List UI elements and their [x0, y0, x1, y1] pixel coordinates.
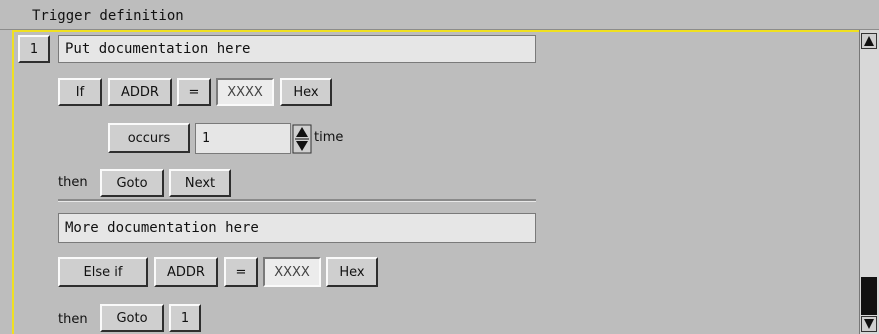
- state-number-button[interactable]: 1: [18, 35, 50, 63]
- goto-target-button[interactable]: Next: [169, 169, 231, 197]
- occurs-button[interactable]: occurs: [108, 123, 190, 153]
- else-address-label-button[interactable]: ADDR: [154, 257, 218, 287]
- branch-separator: [58, 199, 536, 202]
- time-label: time: [314, 130, 344, 145]
- else-goto-button[interactable]: Goto: [100, 304, 164, 332]
- occurs-count-field[interactable]: 1: [195, 123, 291, 154]
- if-button[interactable]: If: [58, 78, 102, 106]
- triangle-down-icon[interactable]: [861, 316, 877, 332]
- state-documentation-field[interactable]: Put documentation here: [58, 35, 536, 63]
- triangle-up-icon[interactable]: [861, 33, 877, 49]
- else-goto-target-button[interactable]: 1: [169, 304, 201, 332]
- goto-button[interactable]: Goto: [100, 169, 164, 197]
- window-title: Trigger definition: [32, 8, 184, 24]
- pattern-field[interactable]: XXXX: [216, 78, 274, 106]
- else-operator-button[interactable]: =: [224, 257, 258, 287]
- up-down-arrows-icon[interactable]: [292, 124, 312, 154]
- scrollbar-thumb[interactable]: [861, 277, 877, 315]
- numeric-base-button[interactable]: Hex: [280, 78, 332, 106]
- else-if-button[interactable]: Else if: [58, 257, 148, 287]
- operator-button[interactable]: =: [177, 78, 211, 106]
- else-then-label: then: [58, 312, 88, 327]
- then-label: then: [58, 175, 88, 190]
- address-label-button[interactable]: ADDR: [108, 78, 172, 106]
- else-pattern-field[interactable]: XXXX: [263, 257, 321, 287]
- else-documentation-field[interactable]: More documentation here: [58, 213, 536, 243]
- else-numeric-base-button[interactable]: Hex: [326, 257, 378, 287]
